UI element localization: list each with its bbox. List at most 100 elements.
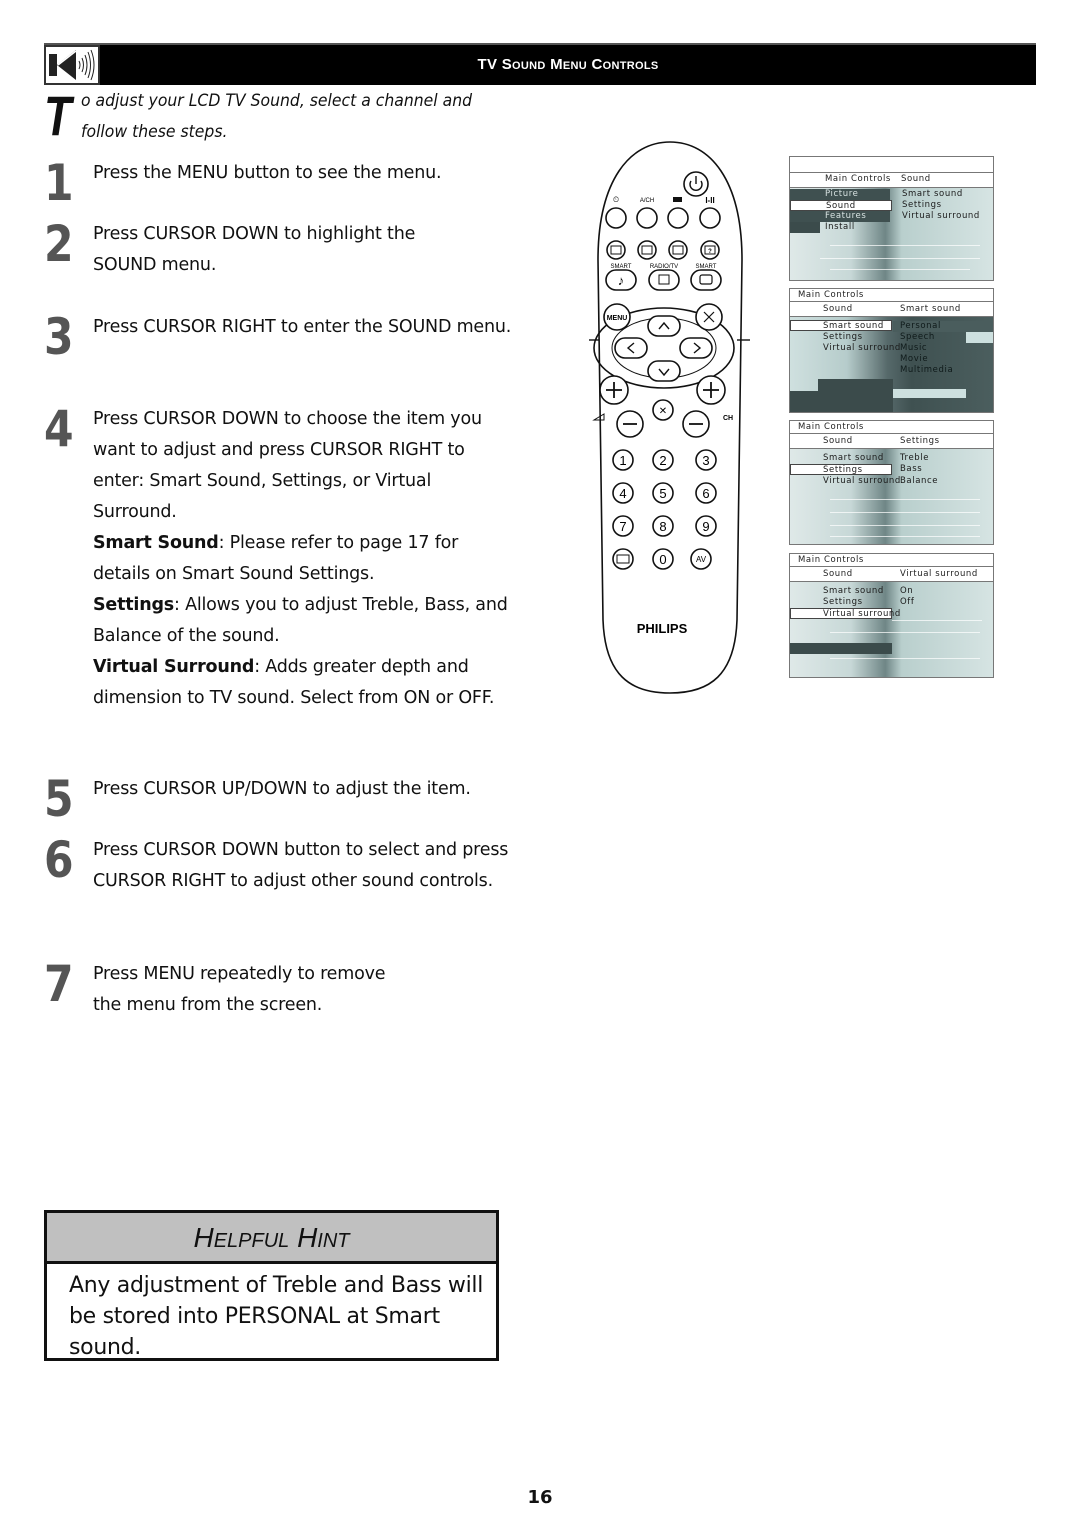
label-a-ch: A/CH: [640, 198, 654, 204]
cursor-down-button[interactable]: [647, 360, 681, 382]
menu-item-smart-sound[interactable]: Smart sound: [823, 586, 884, 597]
av-button[interactable]: AV: [690, 548, 712, 570]
menu-item-virtual-surround[interactable]: Virtual surround: [823, 343, 901, 354]
section-title: TV Sound Menu Controls: [477, 56, 659, 73]
screen-title-bar: Main Controls: [790, 421, 993, 434]
smart-picture-button[interactable]: [690, 269, 722, 291]
menu-item-features[interactable]: Features: [790, 211, 890, 222]
header-right: Settings: [900, 436, 940, 446]
step-text: Press the MENU button to see the menu.: [93, 163, 442, 183]
format-button[interactable]: [667, 207, 689, 229]
svg-text:6: 6: [702, 486, 709, 501]
format-icon: [673, 197, 682, 202]
detail-term: Smart Sound: [93, 533, 219, 553]
mix-button[interactable]: [637, 240, 657, 260]
tv-menu-screen-2: Main Controls Sound Smart sound Smart so…: [789, 288, 994, 413]
step-text: Press MENU repeatedly to remove the menu…: [93, 964, 386, 1015]
menu-item-settings-selected[interactable]: Settings: [790, 464, 892, 475]
timer-icon: ⏲: [613, 195, 619, 204]
svg-text:7: 7: [619, 519, 626, 534]
header-right: Virtual surround: [900, 569, 978, 579]
screen-title: Main Controls: [798, 290, 864, 300]
teletext-button[interactable]: [606, 240, 626, 260]
digit-0-button[interactable]: 0: [652, 548, 674, 570]
step-number: 7: [44, 955, 74, 1013]
menu-item-settings[interactable]: Settings: [823, 597, 863, 608]
digit-6-button[interactable]: 6: [695, 482, 717, 504]
menu-item-virtual-surround[interactable]: Virtual surround: [823, 476, 901, 487]
radio-tv-button[interactable]: [648, 269, 680, 291]
svg-text:0: 0: [659, 552, 666, 567]
digit-7-button[interactable]: 7: [612, 515, 634, 537]
svg-text:2: 2: [659, 453, 666, 468]
tv-menu-screen-4: Main Controls Sound Virtual surround Sma…: [789, 553, 994, 678]
step-number: 3: [44, 308, 74, 366]
page-number: 16: [527, 1487, 553, 1508]
detail-term: Virtual Surround: [93, 657, 255, 677]
menu-item-virtual-surround-selected[interactable]: Virtual surround: [790, 608, 900, 619]
digit-2-button[interactable]: 2: [652, 449, 674, 471]
step-number: 6: [44, 831, 74, 889]
info-button[interactable]: [612, 548, 634, 570]
screen-title-bar: Main Controls: [790, 289, 993, 302]
tv-menu-screen-1: Main Controls Sound Picture Sound Featur…: [789, 156, 994, 281]
digit-3-button[interactable]: 3: [695, 449, 717, 471]
svg-text:5: 5: [659, 486, 666, 501]
submenu-item: Personal: [900, 321, 941, 331]
index-button[interactable]: [668, 240, 688, 260]
submenu-item: Balance: [900, 476, 939, 486]
screen-header: Sound Virtual surround: [790, 567, 993, 582]
submenu-item: Music: [900, 343, 928, 353]
header-left: Sound: [823, 569, 853, 579]
digit-9-button[interactable]: 9: [695, 515, 717, 537]
hint-body: Any adjustment of Treble and Bass will b…: [69, 1273, 484, 1360]
screen-header: Sound Settings: [790, 434, 993, 449]
header-left: Sound: [823, 436, 853, 446]
fullscreen-button[interactable]: [695, 303, 723, 331]
label-ch: CH: [723, 415, 733, 422]
submenu-item: Bass: [900, 464, 923, 474]
step-number: 4: [44, 400, 74, 458]
remote-control-illustration: ⏲ A/CH I-II ? SMART RADIO/TV SMART ♪ MEN…: [570, 140, 770, 700]
submenu-item: Smart sound: [902, 189, 963, 199]
screen-title-bar: [790, 157, 993, 173]
label-smart-left: SMART: [611, 264, 632, 270]
label-smart-right: SMART: [696, 264, 717, 270]
dual-button[interactable]: [699, 207, 721, 229]
digit-1-button[interactable]: 1: [612, 449, 634, 471]
menu-item-picture[interactable]: Picture: [790, 189, 890, 200]
helpful-hint-box: Helpful Hint Any adjustment of Treble an…: [44, 1210, 499, 1361]
screen-header: Main Controls Sound: [790, 173, 993, 188]
menu-item-install[interactable]: Install: [825, 222, 855, 233]
step-number: 2: [44, 215, 74, 273]
intro-dropcap: T: [44, 84, 72, 147]
timer-button[interactable]: [605, 207, 627, 229]
menu-item-settings[interactable]: Settings: [823, 332, 863, 343]
power-button[interactable]: [683, 171, 709, 197]
cursor-up-button[interactable]: [647, 315, 681, 337]
svg-text:9: 9: [702, 519, 709, 534]
speaker-sound-icon: [44, 45, 100, 85]
hint-title: Helpful Hint: [47, 1213, 496, 1264]
menu-item-smart-sound-selected[interactable]: Smart sound: [790, 320, 892, 331]
mute-icon: ✕: [659, 406, 667, 417]
step-text: Press CURSOR DOWN to choose the item you…: [93, 404, 513, 714]
cursor-left-button[interactable]: [614, 337, 648, 359]
screen-title: Main Controls: [798, 422, 864, 432]
submenu-item: Speech: [900, 332, 935, 342]
menu-button[interactable]: MENU: [603, 303, 631, 331]
a-ch-button[interactable]: [636, 207, 658, 229]
cursor-right-button[interactable]: [679, 337, 713, 359]
detail-settings: Settings: Allows you to adjust Treble, B…: [93, 590, 513, 652]
screen-title-bar: Main Controls: [790, 554, 993, 567]
menu-item-sound-selected[interactable]: Sound: [790, 200, 892, 211]
submenu-item: Movie: [900, 354, 929, 364]
step-4-main: Press CURSOR DOWN to choose the item you…: [93, 409, 482, 522]
menu-item-smart-sound[interactable]: Smart sound: [823, 453, 884, 464]
digit-4-button[interactable]: 4: [612, 482, 634, 504]
label-dual: I-II: [705, 196, 714, 205]
digit-5-button[interactable]: 5: [652, 482, 674, 504]
step-number: 5: [44, 770, 74, 828]
detail-term: Settings: [93, 595, 175, 615]
digit-8-button[interactable]: 8: [652, 515, 674, 537]
